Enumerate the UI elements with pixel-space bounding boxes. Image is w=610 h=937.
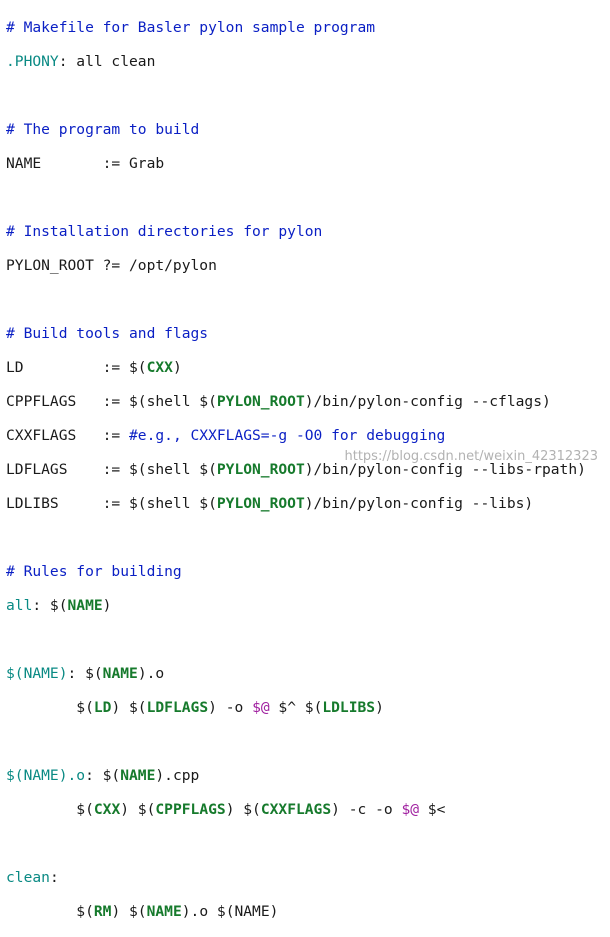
makefile-editor[interactable]: # Makefile for Basler pylon sample progr… bbox=[0, 0, 610, 920]
phony-line: .PHONY: all clean bbox=[6, 53, 156, 70]
name-recipe-line: $(LD) $(LDFLAGS) -o $@ $^ $(LDLIBS) bbox=[6, 699, 384, 716]
clean-recipe-line: $(RM) $(NAME).o $(NAME) bbox=[6, 903, 279, 920]
pylon-root-line: PYLON_ROOT ?= /opt/pylon bbox=[6, 257, 217, 274]
cxxflags-line: CXXFLAGS := #e.g., CXXFLAGS=-g -O0 for d… bbox=[6, 427, 446, 444]
name-rule-line: $(NAME): $(NAME).o bbox=[6, 665, 165, 682]
comment-line: # Rules for building bbox=[6, 563, 182, 580]
comment-line: # Installation directories for pylon bbox=[6, 223, 323, 240]
name-assignment-line: NAME := Grab bbox=[6, 155, 165, 172]
all-rule-line: all: $(NAME) bbox=[6, 597, 112, 614]
ldlibs-line: LDLIBS := $(shell $(PYLON_ROOT)/bin/pylo… bbox=[6, 495, 534, 512]
watermark-text: https://blog.csdn.net/weixin_42312323 bbox=[344, 449, 598, 464]
obj-recipe-line: $(CXX) $(CPPFLAGS) $(CXXFLAGS) -c -o $@ … bbox=[6, 801, 446, 818]
cppflags-line: CPPFLAGS := $(shell $(PYLON_ROOT)/bin/py… bbox=[6, 393, 551, 410]
comment-line: # Makefile for Basler pylon sample progr… bbox=[6, 19, 376, 36]
obj-rule-line: $(NAME).o: $(NAME).cpp bbox=[6, 767, 200, 784]
clean-rule-line: clean: bbox=[6, 869, 59, 886]
comment-line: # Build tools and flags bbox=[6, 325, 209, 342]
ld-line: LD := $(CXX) bbox=[6, 359, 182, 376]
comment-line: # The program to build bbox=[6, 121, 200, 138]
